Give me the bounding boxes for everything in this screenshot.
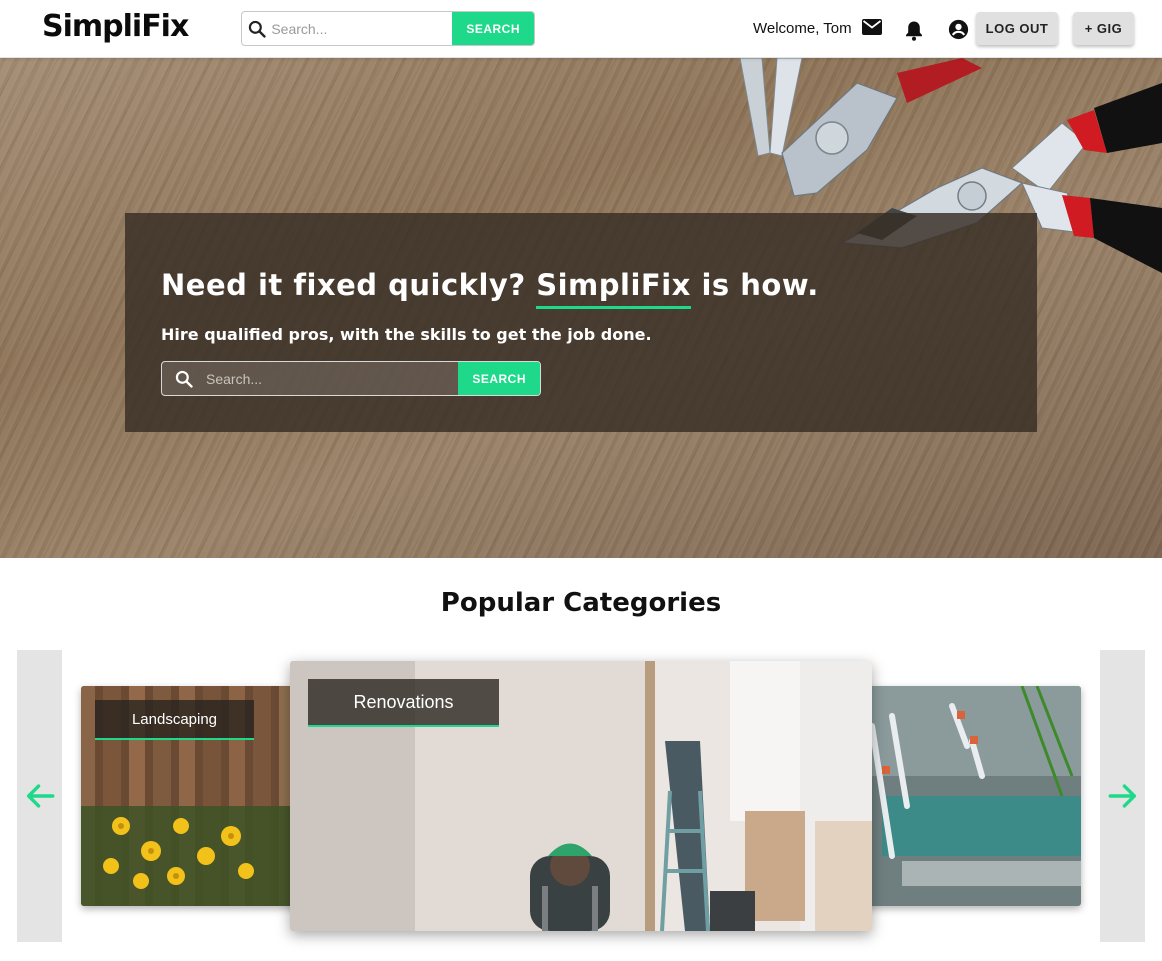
hero-overlay-card: Need it fixed quickly? SimpliFix is how.… xyxy=(125,213,1037,432)
category-label: Landscaping xyxy=(95,700,254,740)
hero-title-brand: SimpliFix xyxy=(536,268,691,309)
hero-title: Need it fixed quickly? SimpliFix is how. xyxy=(161,268,819,309)
search-icon xyxy=(242,19,271,39)
hero-title-text: Need it fixed quickly? xyxy=(161,268,537,302)
hero-subtitle: Hire qualified pros, with the skills to … xyxy=(161,325,652,344)
logout-button[interactable]: LOG OUT xyxy=(976,12,1058,45)
category-label: Renovations xyxy=(308,679,499,727)
hero-search-button[interactable]: SEARCH xyxy=(458,362,540,395)
search-icon xyxy=(162,369,206,389)
header-search-input[interactable] xyxy=(271,12,453,45)
header-search-button[interactable]: SEARCH xyxy=(452,12,534,45)
hero-search-input[interactable] xyxy=(206,362,459,395)
category-card-electrical[interactable] xyxy=(862,686,1081,906)
bell-icon[interactable] xyxy=(904,19,924,41)
hero-banner: Need it fixed quickly? SimpliFix is how.… xyxy=(0,58,1162,558)
hero-title-suffix: is how. xyxy=(690,268,819,302)
mail-icon[interactable] xyxy=(862,17,882,37)
logo[interactable]: SimpliFix xyxy=(42,9,189,44)
popular-categories-title: Popular Categories xyxy=(440,588,722,618)
welcome-text: Welcome, Tom xyxy=(753,20,852,37)
arrow-right-icon xyxy=(1108,784,1136,808)
arrow-left-icon xyxy=(26,784,54,808)
top-navbar: SimpliFix SEARCH Welcome, Tom LOG OUT + … xyxy=(0,0,1162,58)
carousel-prev-button[interactable] xyxy=(17,650,62,942)
category-card-renovations[interactable]: Renovations xyxy=(290,661,872,931)
hero-search: SEARCH xyxy=(161,361,541,396)
category-card-landscaping[interactable]: Landscaping xyxy=(81,686,301,906)
add-gig-button[interactable]: + GIG xyxy=(1073,12,1134,45)
electrical-image xyxy=(862,686,1081,906)
header-search: SEARCH xyxy=(241,11,535,46)
carousel-next-button[interactable] xyxy=(1100,650,1145,942)
account-circle-icon[interactable] xyxy=(947,18,969,40)
